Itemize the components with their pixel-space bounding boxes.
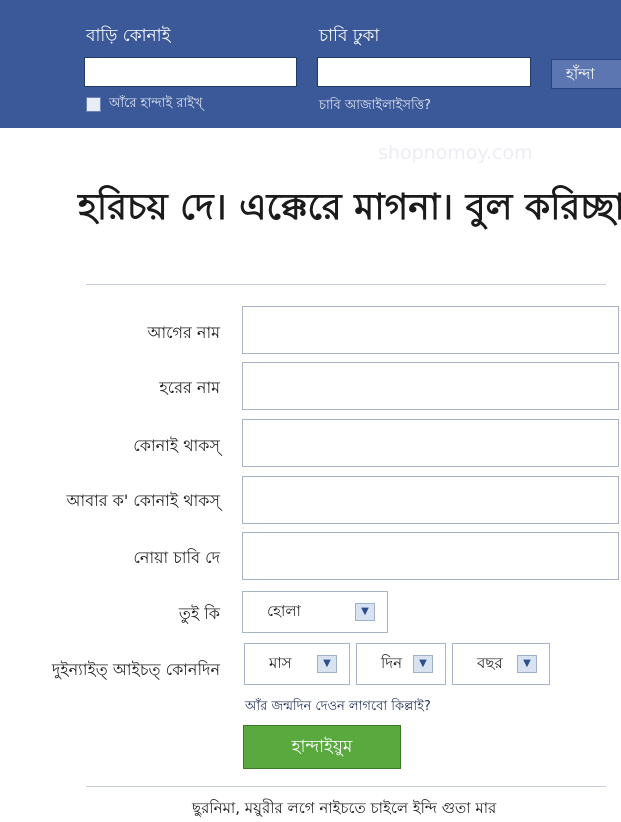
month-value: মাস: [269, 653, 292, 672]
footer-text: ছুরনিমা, ময়ুরীর লগে নাইচতে চাইলে ইন্দি …: [192, 799, 497, 817]
login-password-input[interactable]: [317, 57, 531, 87]
new-password-input[interactable]: [242, 532, 619, 580]
login-email-label: বাড়ি কোনাই: [86, 26, 171, 46]
login-email-input[interactable]: [84, 57, 297, 87]
last-name-input[interactable]: [242, 362, 619, 410]
email-confirm-input[interactable]: [242, 476, 619, 524]
signup-button[interactable]: হান্দাইয়ুম: [243, 725, 401, 769]
last-name-label: হরের নাম: [159, 378, 220, 397]
remember-me[interactable]: আঁরে হান্দাই রাইখ্: [86, 94, 203, 115]
first-name-label: আগের নাম: [147, 323, 220, 342]
forgot-password-link[interactable]: চাবি আজাইলাইসত্তি?: [319, 96, 431, 117]
first-name-input[interactable]: [242, 306, 619, 354]
watermark: shopnomoy.com: [378, 142, 533, 164]
login-password-label: চাবি ঢুকা: [319, 26, 380, 46]
divider-bottom: [86, 786, 606, 787]
email-input[interactable]: [242, 419, 619, 467]
remember-label: আঁরে হান্দাই রাইখ্: [109, 96, 203, 111]
gender-value: হোলা: [267, 601, 301, 620]
birthday-year-select[interactable]: বছর ▼: [452, 643, 550, 685]
new-password-label: নোয়া চাবি দে: [133, 548, 220, 567]
birthday-day-select[interactable]: দিন ▼: [356, 643, 446, 685]
divider-top: [86, 284, 606, 285]
day-value: দিন: [381, 653, 403, 672]
email-label: কোনাই থাকস্: [133, 436, 220, 455]
chevron-down-icon[interactable]: ▼: [355, 603, 375, 621]
page-heading: হরিচয় দে। এক্কেরে মাগনা। বুল করিচ্ছা: [78, 186, 621, 228]
login-button[interactable]: হাঁন্দা: [551, 59, 621, 89]
year-value: বছর: [477, 653, 503, 672]
top-bar: বাড়ি কোনাই চাবি ঢুকা হাঁন্দা আঁরে হান্দ…: [0, 0, 621, 128]
email-confirm-label: আবার ক' কোনাই থাকস্: [66, 491, 220, 510]
remember-checkbox[interactable]: [86, 97, 101, 112]
chevron-down-icon[interactable]: ▼: [317, 655, 337, 673]
birthday-month-select[interactable]: মাস ▼: [244, 643, 350, 685]
why-birthday-link[interactable]: আঁর জন্মদিন দেওন লাগবো কিল্লাই?: [245, 697, 431, 718]
birthday-label: দুইন্যাইত্ আইচত্ কোনদিন: [51, 660, 220, 679]
chevron-down-icon[interactable]: ▼: [517, 655, 537, 673]
chevron-down-icon[interactable]: ▼: [413, 655, 433, 673]
gender-select[interactable]: হোলা ▼: [242, 591, 388, 633]
gender-label: তুই কি: [178, 604, 220, 623]
